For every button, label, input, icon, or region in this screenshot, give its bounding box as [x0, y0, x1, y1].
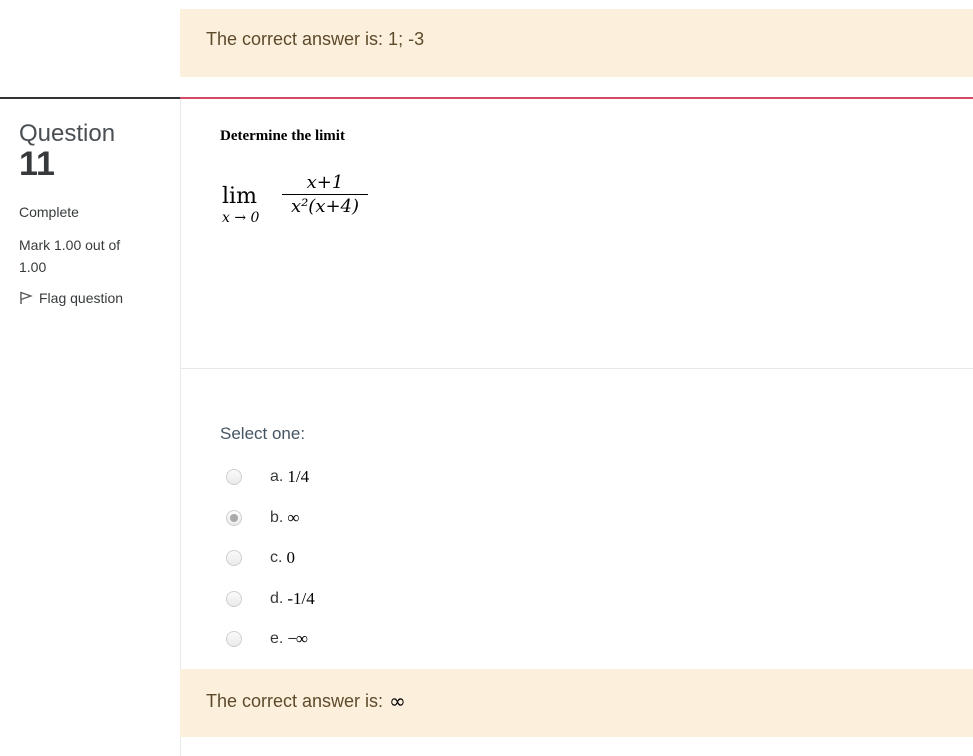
question-divider	[180, 97, 973, 99]
option-b[interactable]: b. ∞	[226, 498, 315, 539]
previous-correct-answer: The correct answer is: 1; -3	[206, 29, 425, 49]
question-label: Question	[19, 120, 116, 147]
option-e-radio[interactable]	[226, 631, 242, 648]
info-divider	[0, 97, 180, 99]
option-b-value: ∞	[287, 507, 299, 527]
limit-operator: lim	[222, 184, 257, 209]
question-info-panel: Question 11 Complete Mark 1.00 out of 1.…	[19, 120, 169, 307]
flag-icon	[20, 291, 33, 304]
question-state: Complete	[19, 204, 79, 220]
previous-feedback-box: The correct answer is: 1; -3	[180, 9, 973, 77]
option-a-radio[interactable]	[226, 469, 242, 486]
correct-answer-label: The correct answer is:	[206, 690, 384, 711]
question-grade: Mark 1.00 out of 1.00	[19, 237, 121, 275]
select-prompt: Select one:	[220, 424, 306, 443]
option-d-radio[interactable]	[226, 590, 242, 607]
option-a[interactable]: a. 1/4	[226, 457, 315, 498]
question-text: Determine the limit	[220, 128, 345, 144]
column-divider	[180, 99, 181, 756]
option-c-letter: c.	[270, 549, 283, 567]
fraction-denominator: x²(x+4)	[290, 196, 360, 217]
option-b-letter: b.	[270, 508, 284, 526]
answer-options: a. 1/4 b. ∞ c. 0 d. -1/4 e. −∞	[226, 457, 315, 660]
flag-question-button[interactable]: Flag question	[19, 290, 169, 306]
fraction-numerator: x+1	[306, 172, 344, 193]
option-e-value: −∞	[287, 629, 308, 649]
option-a-value: 1/4	[287, 467, 310, 487]
option-d-letter: d.	[270, 589, 284, 607]
correct-answer: The correct answer is: ∞	[206, 689, 406, 713]
option-c-radio[interactable]	[226, 550, 242, 567]
feedback-box: The correct answer is: ∞	[180, 669, 973, 737]
limit-subscript: x → 0	[222, 210, 260, 226]
flag-question-label: Flag question	[39, 290, 124, 306]
option-e[interactable]: e. −∞	[226, 619, 315, 660]
fraction: x+1 x²(x+4)	[282, 172, 368, 217]
option-a-letter: a.	[270, 468, 284, 486]
answer-divider	[180, 368, 973, 369]
option-b-radio[interactable]	[226, 509, 242, 526]
correct-answer-value: ∞	[389, 689, 406, 713]
option-c-value: 0	[286, 548, 295, 568]
question-number: 11	[19, 145, 55, 183]
option-e-letter: e.	[270, 630, 284, 648]
option-c[interactable]: c. 0	[226, 538, 315, 579]
option-d-value: -1/4	[287, 588, 315, 608]
option-d[interactable]: d. -1/4	[226, 579, 315, 620]
